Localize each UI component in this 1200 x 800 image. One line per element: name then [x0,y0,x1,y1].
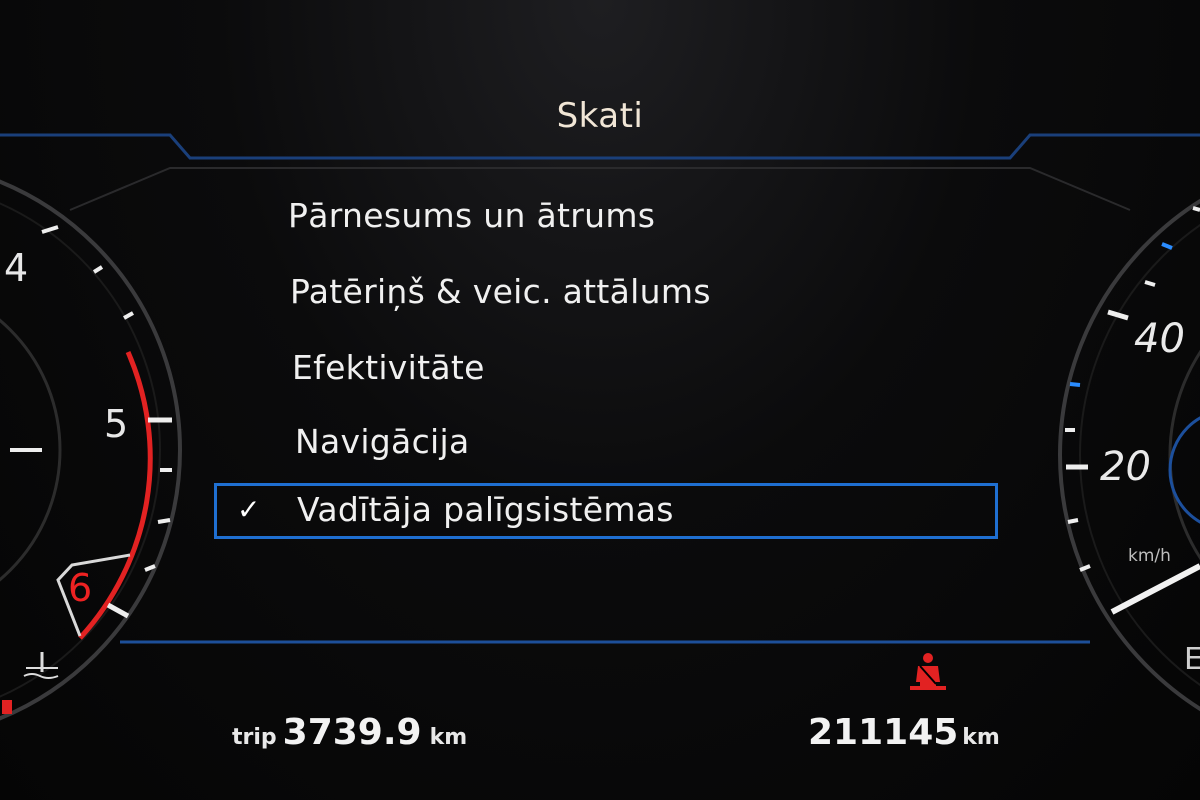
speed-unit: km/h [1128,546,1171,566]
red-indicator [2,700,12,714]
instrument-cluster: 4 5 6 40 20 km/h E Skati Pārnesums un āt… [0,0,1200,800]
trip-value: 3739.9 [282,712,422,753]
speed-hub-glow [1168,416,1200,524]
speed-label-20: 20 [1100,444,1151,490]
menu-item-gear-and-speed[interactable]: Pārnesums un ātrums [288,196,655,235]
panel-top-frame [0,133,1200,160]
tach-label-6: 6 [68,566,93,610]
tach-tick [123,311,134,320]
speed-side-letter: E [1184,642,1200,677]
menu-item-efficiency[interactable]: Efektivitāte [292,348,485,387]
tach-tick [92,265,104,274]
trip-readout: trip 3739.9 km [232,712,467,753]
trip-unit: km [429,725,468,750]
speed-tick [1107,309,1129,321]
seatbelt-icon [910,653,946,690]
speed-tick [1069,382,1081,387]
checkmark-icon: ✓ [237,493,261,526]
trip-label: trip [232,725,277,750]
tach-tick [106,602,130,619]
tach-tick [157,518,171,524]
speed-needle [1110,563,1200,615]
tach-label-5: 5 [104,402,129,446]
speed-tick [1144,280,1156,287]
odometer-unit: km [962,725,1000,750]
speed-tick [1067,518,1079,524]
odometer-readout: 211145 km [808,712,1000,753]
odometer-value: 211145 [808,712,959,753]
speed-tick [1161,242,1173,250]
tach-label-4: 4 [4,246,29,290]
menu-item-consumption-distance[interactable]: Patēriņš & veic. attālums [290,272,711,311]
speed-label-40: 40 [1134,316,1185,362]
menu-item-label: Vadītāja palīgsistēmas [297,490,674,529]
menu-title: Skati [556,96,644,136]
menu-item-navigation[interactable]: Navigācija [295,422,469,461]
menu-item-driver-assistance[interactable]: ✓ Vadītāja palīgsistēmas [214,483,998,539]
speed-tick [1192,206,1200,212]
